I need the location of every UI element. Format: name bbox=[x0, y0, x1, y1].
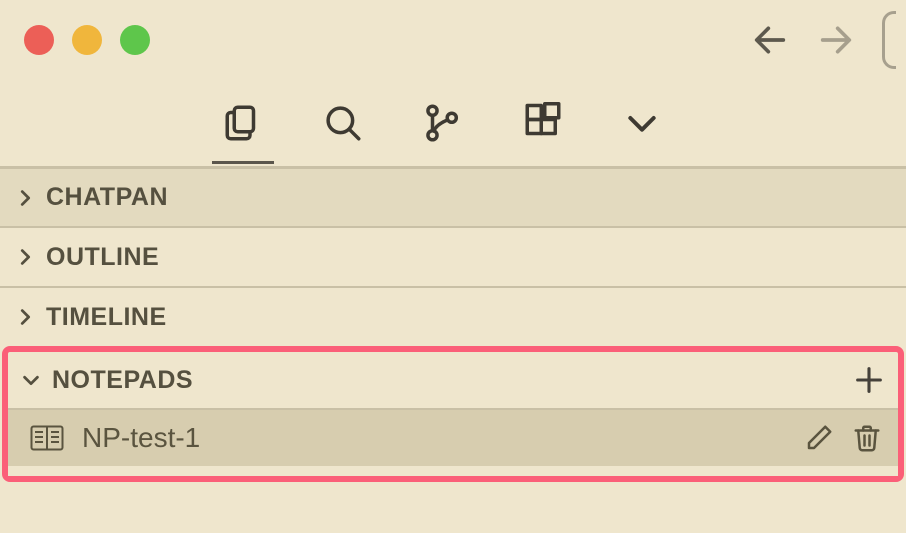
notepad-item-name: NP-test-1 bbox=[82, 422, 200, 454]
edit-notepad-button[interactable] bbox=[804, 423, 834, 453]
extensions-view-icon[interactable] bbox=[522, 102, 564, 144]
notebook-icon bbox=[30, 423, 64, 453]
panel-toggle-handle[interactable] bbox=[882, 11, 896, 69]
window-zoom-button[interactable] bbox=[120, 25, 150, 55]
nav-back-button[interactable] bbox=[750, 20, 790, 60]
window-minimize-button[interactable] bbox=[72, 25, 102, 55]
search-view-icon[interactable] bbox=[322, 102, 364, 144]
highlight-footer-space bbox=[8, 466, 898, 476]
delete-notepad-button[interactable] bbox=[852, 423, 882, 453]
section-label: NOTEPADS bbox=[52, 366, 193, 395]
nav-arrows bbox=[750, 0, 896, 80]
traffic-lights bbox=[24, 25, 150, 55]
section-header-notepads[interactable]: NOTEPADS bbox=[8, 352, 898, 410]
chevron-down-icon bbox=[20, 369, 42, 391]
activity-bar bbox=[0, 80, 906, 166]
section-label: TIMELINE bbox=[46, 303, 167, 332]
nav-forward-button[interactable] bbox=[816, 20, 856, 60]
chevron-right-icon bbox=[14, 187, 36, 209]
chevron-right-icon bbox=[14, 306, 36, 328]
section-header-outline[interactable]: OUTLINE bbox=[0, 226, 906, 286]
sidebar-sections: CHATPAN OUTLINE TIMELINE NOTEPADS bbox=[0, 166, 906, 482]
chevron-right-icon bbox=[14, 246, 36, 268]
section-header-chatpan[interactable]: CHATPAN bbox=[0, 166, 906, 226]
notepads-highlight: NOTEPADS NP-test-1 bbox=[2, 346, 904, 482]
notepad-item[interactable]: NP-test-1 bbox=[8, 410, 898, 466]
section-label: OUTLINE bbox=[46, 243, 159, 272]
window-close-button[interactable] bbox=[24, 25, 54, 55]
source-control-view-icon[interactable] bbox=[422, 102, 464, 144]
section-label: CHATPAN bbox=[46, 183, 168, 212]
window-titlebar bbox=[0, 0, 906, 80]
section-header-timeline[interactable]: TIMELINE bbox=[0, 286, 906, 346]
explorer-view-icon[interactable] bbox=[222, 102, 264, 144]
activity-overflow-icon[interactable] bbox=[622, 103, 662, 143]
add-notepad-button[interactable] bbox=[852, 363, 886, 397]
